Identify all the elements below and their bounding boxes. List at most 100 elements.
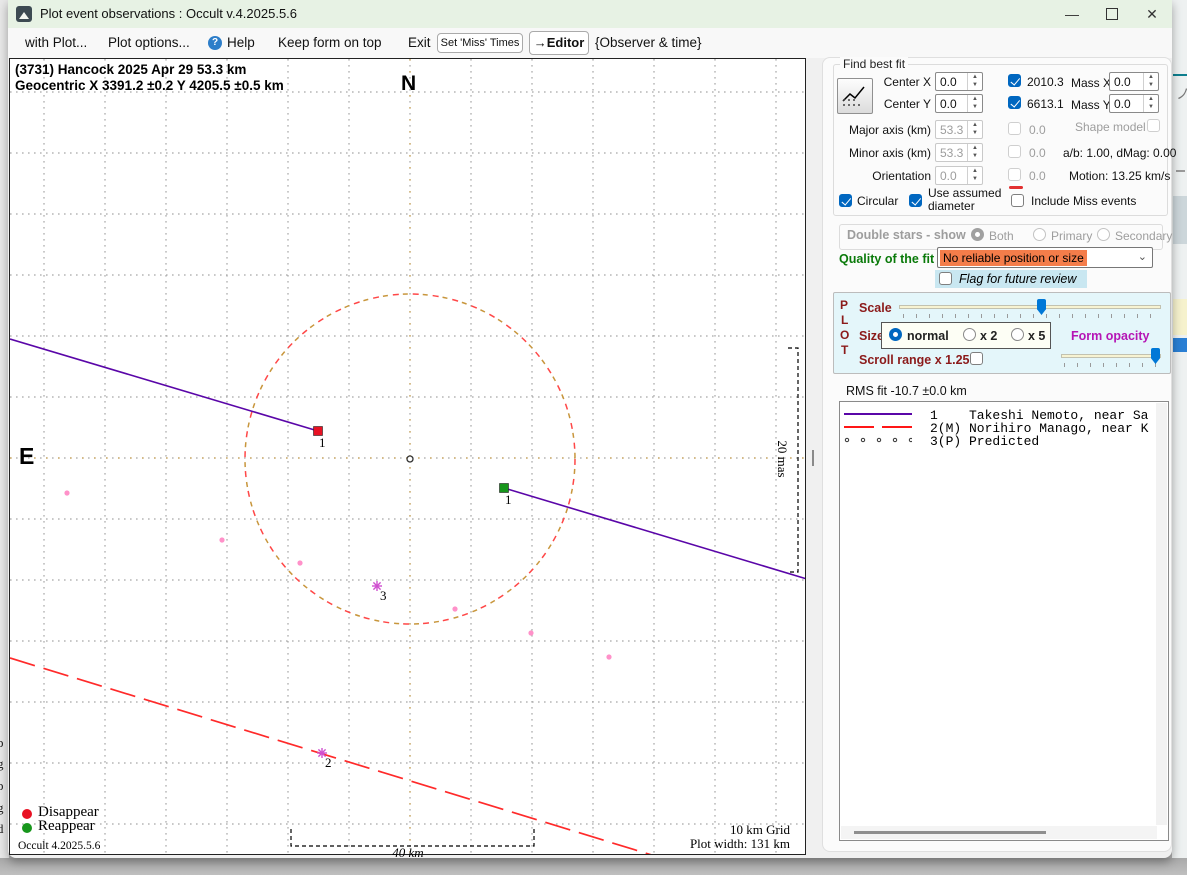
- pink-dot: [297, 560, 302, 565]
- shape-model-label: Shape model: [1075, 120, 1146, 134]
- bg-letter: g: [0, 800, 4, 816]
- observers-horizontal-scrollbar[interactable]: [841, 826, 1157, 839]
- double-both-radio[interactable]: [971, 228, 984, 241]
- splitter-handle[interactable]: [812, 450, 814, 466]
- double-primary-radio[interactable]: [1033, 228, 1046, 241]
- use-assumed-line2: diameter: [928, 199, 975, 213]
- background-blue-block: [1173, 338, 1187, 352]
- mass-y-input[interactable]: 0.0▲▼: [1109, 94, 1159, 113]
- observer1-chord: [10, 339, 318, 431]
- background-gray-block: [1173, 196, 1187, 244]
- minimize-button[interactable]: —: [1052, 0, 1092, 28]
- orientation-checkbox[interactable]: [1008, 168, 1021, 181]
- background-yellow-block: [1173, 299, 1187, 335]
- menu-exit[interactable]: Exit: [408, 34, 431, 52]
- scale-slider-ticks: [903, 314, 1159, 318]
- editor-button[interactable]: →Editor: [529, 31, 589, 55]
- observers-list[interactable]: 1 Takeshi Nemoto, near Sa 2(M) Norihiro …: [839, 401, 1169, 841]
- plot-title-line2: Geocentric X 3391.2 ±0.2 Y 4205.5 ±0.5 k…: [15, 78, 284, 93]
- double-both-label: Both: [989, 229, 1014, 243]
- minor-axis-sigma: 0.0: [1029, 146, 1046, 160]
- menu-plot-options[interactable]: Plot options...: [108, 34, 190, 52]
- screen: p g p g d ノ Plot event observations : Oc…: [0, 0, 1187, 875]
- close-button[interactable]: ✕: [1132, 0, 1172, 28]
- plot-panel[interactable]: 3211 (3731) Hancock 2025 Apr 29 53.3 km …: [9, 58, 806, 855]
- observer-row-3[interactable]: 3(P) Predicted: [840, 434, 1168, 447]
- menu-with-plot[interactable]: with Plot...: [25, 34, 87, 52]
- observers-vertical-scrollbar[interactable]: [1156, 403, 1167, 825]
- spinner-arrows[interactable]: ▲▼: [967, 95, 982, 112]
- center-y-label: Center Y: [881, 97, 931, 111]
- quality-of-fit-dropdown[interactable]: No reliable position or size ⌄: [937, 247, 1153, 268]
- spinner-arrows[interactable]: ▲▼: [1143, 73, 1158, 90]
- pink-dot: [219, 537, 224, 542]
- scrollbar-thumb[interactable]: [854, 831, 1046, 834]
- pink-dot: [528, 630, 533, 635]
- scroll-range-checkbox[interactable]: [970, 352, 983, 365]
- size-x2-radio[interactable]: [963, 328, 976, 341]
- center-y-input[interactable]: 0.0▲▼: [935, 94, 983, 113]
- circular-checkbox[interactable]: [839, 194, 852, 207]
- spinner-arrows[interactable]: ▲▼: [1143, 95, 1158, 112]
- include-miss-events-label: Include Miss events: [1031, 194, 1136, 208]
- red-underline-mark: [1009, 186, 1023, 189]
- flag-review-checkbox[interactable]: [939, 272, 952, 285]
- mass-x-input[interactable]: 0.0▲▼: [1109, 72, 1159, 91]
- menu-keep-on-top[interactable]: Keep form on top: [278, 34, 382, 52]
- red-dashed-line-sample: [844, 426, 912, 428]
- pink-dot: [64, 490, 69, 495]
- motion-label: Motion: 13.25 km/s: [1069, 169, 1170, 183]
- maximize-button[interactable]: [1092, 0, 1132, 28]
- maximize-icon: [1106, 8, 1118, 20]
- plot-letter-o: O: [840, 328, 849, 342]
- background-dash: [1176, 170, 1185, 172]
- shape-model-checkbox[interactable]: [1147, 119, 1160, 132]
- include-miss-events-checkbox[interactable]: [1011, 194, 1024, 207]
- form-opacity-label: Form opacity: [1071, 329, 1150, 343]
- spinner-arrows[interactable]: ▲▼: [967, 73, 982, 90]
- fit-x-checkbox[interactable]: [1008, 74, 1021, 87]
- double-stars-label: Double stars - show: [847, 228, 966, 242]
- plot-version-label: Occult 4.2025.5.6: [18, 840, 100, 852]
- reappear-legend-label: Reappear: [38, 818, 95, 835]
- observer-row-1[interactable]: 1 Takeshi Nemoto, near Sa: [840, 408, 1168, 421]
- major-axis-checkbox[interactable]: [1008, 122, 1021, 135]
- menu-help-label: Help: [227, 35, 255, 50]
- scale-slider-track[interactable]: [899, 305, 1161, 309]
- fit-y-checkbox[interactable]: [1008, 96, 1021, 109]
- spinner-arrows: ▲▼: [967, 144, 982, 161]
- scale-label: Scale: [859, 301, 892, 315]
- size-normal-radio[interactable]: [889, 328, 902, 341]
- background-bottom-strip: [0, 858, 1187, 875]
- set-miss-times-button[interactable]: Set 'Miss' Times: [437, 33, 523, 53]
- bg-letter: d: [0, 821, 4, 837]
- dotted-line-sample: [844, 435, 912, 445]
- best-fit-chart-button[interactable]: [837, 78, 873, 114]
- rms-fit-label: RMS fit -10.7 ±0.0 km: [846, 384, 967, 398]
- fit-x-value: 2010.3: [1027, 75, 1064, 89]
- opacity-slider-track[interactable]: [1061, 354, 1161, 358]
- plot-title-line1: (3731) Hancock 2025 Apr 29 53.3 km: [15, 62, 246, 77]
- pink-dot: [452, 606, 457, 611]
- use-assumed-diameter-checkbox[interactable]: [909, 194, 922, 207]
- major-axis-input[interactable]: 53.3▲▼: [935, 120, 983, 139]
- plot-canvas: 3211: [10, 59, 805, 854]
- menu-help[interactable]: ? Help: [208, 34, 255, 52]
- occult-plot-window: Plot event observations : Occult v.4.202…: [8, 0, 1172, 858]
- spinner-arrows: ▲▼: [967, 167, 982, 184]
- quality-selected-value: No reliable position or size: [940, 250, 1087, 266]
- chord-number-label: 1: [319, 435, 326, 450]
- minor-axis-input[interactable]: 53.3▲▼: [935, 143, 983, 162]
- use-assumed-line1: Use assumed: [928, 186, 1001, 200]
- background-character: ノ: [1176, 84, 1187, 104]
- double-secondary-radio[interactable]: [1097, 228, 1110, 241]
- orientation-input[interactable]: 0.0▲▼: [935, 166, 983, 185]
- major-axis-sigma: 0.0: [1029, 123, 1046, 137]
- observer-row-2[interactable]: 2(M) Norihiro Manago, near K: [840, 421, 1168, 434]
- menubar: with Plot... Plot options... ? Help Keep…: [8, 28, 1172, 58]
- minor-axis-checkbox[interactable]: [1008, 145, 1021, 158]
- background-window-right-sliver: [1172, 0, 1187, 875]
- center-x-input[interactable]: 0.0▲▼: [935, 72, 983, 91]
- size-x5-radio[interactable]: [1011, 328, 1024, 341]
- spinner-arrows: ▲▼: [967, 121, 982, 138]
